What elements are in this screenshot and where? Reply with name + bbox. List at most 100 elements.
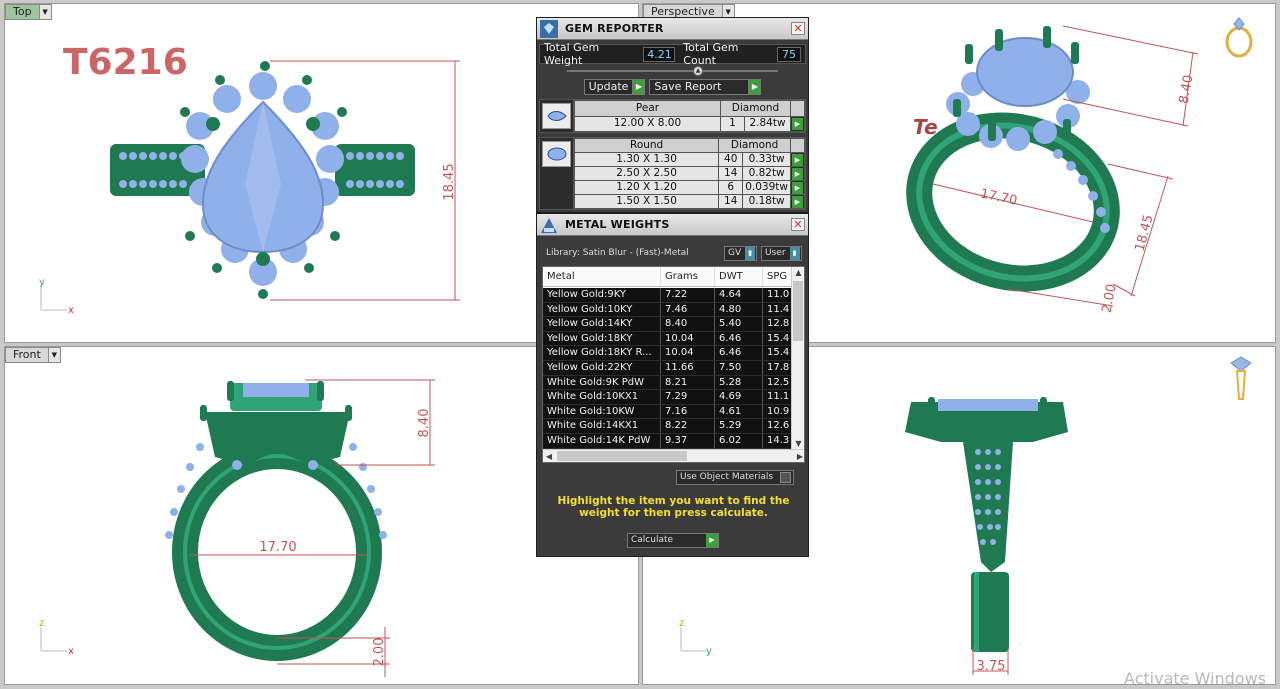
table-cell-dwt: 4.64 [715, 288, 763, 302]
gem-row[interactable]: 2.50 X 2.50 14 0.82tw ▶ [573, 166, 805, 181]
total-gem-count-value: 75 [777, 46, 801, 62]
table-cell-spg: 11.1 [763, 390, 793, 404]
viewport-tab-label: Top [6, 5, 39, 19]
close-icon[interactable]: ✕ [791, 218, 805, 231]
close-icon[interactable]: ✕ [791, 22, 805, 35]
center-stone [243, 383, 309, 397]
metal-table[interactable]: Metal Grams DWT SPG Yellow Gold:9KY 7.22 4… [542, 266, 805, 463]
table-row[interactable]: White Gold:9K PdW 8.21 5.28 12.5 [543, 375, 793, 391]
splitter-handle-icon[interactable]: ▲ [693, 66, 703, 76]
gem-shape: Round [573, 138, 720, 153]
table-row[interactable]: Yellow Gold:9KY 7.22 4.64 11.0 [543, 288, 793, 303]
table-row[interactable]: Yellow Gold:18KY R... 10.04 6.46 15.4 [543, 346, 793, 361]
table-cell-spg: 12.5 [763, 375, 793, 390]
play-arrow-icon: ▶ [706, 534, 718, 547]
table-row[interactable]: White Gold:10KX1 7.29 4.69 11.1 [543, 390, 793, 405]
gem-material: Diamond [718, 138, 791, 153]
table-cell-grams: 10.04 [661, 346, 715, 360]
table-cell-dwt: 4.69 [715, 390, 763, 404]
panel-splitter[interactable]: ▲ [567, 65, 778, 77]
gem-reporter-titlebar[interactable]: GEM REPORTER ✕ [537, 18, 808, 40]
dimension-label: 18.45 [442, 163, 457, 200]
user-toggle[interactable]: User ▮ [761, 246, 802, 261]
table-cell-spg: 12.8 [763, 317, 793, 331]
metal-table-header: Metal Grams DWT SPG [543, 267, 793, 287]
metal-weights-panel: METAL WEIGHTS ✕ Library: Satin Blur - (F… [536, 213, 809, 557]
table-row[interactable]: White Gold:14KX1 8.22 5.29 12.6 [543, 419, 793, 434]
horizontal-scrollbar[interactable]: ◀ ▶ [543, 449, 804, 462]
calculate-button[interactable]: Calculate ▶ [627, 533, 719, 548]
gem-group-round[interactable]: Round Diamond 1.30 X 1.30 40 0.33tw ▶ 2.… [539, 137, 806, 210]
table-row[interactable]: Yellow Gold:14KY 8.40 5.40 12.8 [543, 317, 793, 332]
dimension-label-width: 3.75 [977, 659, 1006, 674]
table-cell-grams: 11.66 [661, 360, 715, 375]
table-cell-grams: 8.21 [661, 375, 715, 390]
toggle-icon: ▮ [789, 247, 800, 260]
metal-table-body: Yellow Gold:9KY 7.22 4.64 11.0 Yellow Gold:1… [543, 288, 793, 449]
play-arrow-icon[interactable]: ▶ [792, 118, 803, 131]
table-row[interactable]: White Gold:10KW 7.16 4.61 10.9 [543, 404, 793, 420]
column-header-grams[interactable]: Grams [661, 267, 715, 286]
table-cell-spg: 15.4 [763, 346, 793, 360]
table-cell-grams: 7.22 [661, 288, 715, 302]
chevron-down-icon[interactable]: ▼ [47, 348, 60, 362]
use-object-materials-toggle[interactable]: Use Object Materials [676, 470, 794, 485]
table-cell-metal: Yellow Gold:10KY [543, 302, 661, 317]
table-cell-metal: White Gold:9K PdW [543, 375, 661, 390]
table-cell-metal: Yellow Gold:9KY [543, 288, 661, 302]
gem-row[interactable]: 12.00 X 8.00 1 2.84tw ▶ [574, 115, 805, 132]
gem-row[interactable]: 1.50 X 1.50 14 0.18tw ▶ [573, 194, 805, 209]
table-row[interactable]: White Gold:14K PdW 9.37 6.02 14.3 [543, 433, 793, 449]
viewport-tab-front[interactable]: Front ▼ [5, 347, 61, 363]
table-cell-spg: 12.6 [763, 419, 793, 433]
play-arrow-icon[interactable]: ▶ [792, 196, 803, 208]
scroll-up-icon[interactable]: ▲ [792, 267, 804, 279]
table-cell-grams: 7.29 [661, 390, 715, 404]
play-arrow-icon[interactable]: ▶ [792, 154, 803, 166]
center-stone [938, 399, 1038, 411]
play-arrow-icon[interactable]: ▶ [792, 182, 803, 194]
play-arrow-icon[interactable]: ▶ [792, 168, 803, 180]
pear-stone [976, 37, 1074, 107]
play-arrow-icon: ▶ [632, 80, 645, 94]
table-cell-spg: 10.9 [763, 404, 793, 419]
table-cell-spg: 11.0 [763, 288, 793, 302]
table-cell-spg: 15.4 [763, 331, 793, 346]
gem-row[interactable]: 1.20 X 1.20 6 0.039tw ▶ [573, 180, 805, 195]
chevron-down-icon[interactable]: ▼ [38, 5, 51, 19]
axis-x-label: x [68, 646, 74, 657]
ring-icon[interactable] [1225, 17, 1253, 58]
scroll-left-icon[interactable]: ◀ [543, 450, 555, 462]
table-cell-dwt: 4.61 [715, 404, 763, 419]
dimension-label-height: 8.40 [417, 409, 432, 438]
update-button-label: Update [588, 80, 629, 93]
table-row[interactable]: Yellow Gold:18KY 10.04 6.46 15.4 [543, 331, 793, 347]
update-button[interactable]: Update ▶ [583, 79, 646, 95]
gem-reporter-panel: GEM REPORTER ✕ Total Gem Weight 4.21 Tot… [536, 17, 809, 213]
table-row[interactable]: Yellow Gold:22KY 11.66 7.50 17.8 [543, 360, 793, 376]
table-cell-dwt: 5.29 [715, 419, 763, 433]
table-cell-metal: Yellow Gold:22KY [543, 360, 661, 375]
checkbox-icon[interactable] [780, 472, 791, 483]
viewport-tab-top[interactable]: Top ▼ [5, 4, 52, 20]
save-report-button[interactable]: Save Report ▶ [649, 79, 762, 95]
table-row[interactable]: Yellow Gold:10KY 7.46 4.80 11.4 [543, 302, 793, 318]
library-label: Library: Satin Blur - (Fast)-Metal [546, 248, 689, 258]
column-header-spg[interactable]: SPG [763, 267, 793, 286]
metal-weights-titlebar[interactable]: METAL WEIGHTS ✕ [537, 214, 808, 236]
table-cell-spg: 14.3 [763, 433, 793, 448]
vertical-scrollbar[interactable]: ▲ ▼ [791, 267, 804, 450]
table-cell-dwt: 4.80 [715, 302, 763, 317]
scroll-right-icon[interactable]: ▶ [794, 450, 804, 462]
axis-z-label: z [679, 618, 684, 629]
metal-weights-icon [541, 217, 557, 233]
dimension-label-total: 18.45 [1133, 213, 1157, 253]
gem-group-pear[interactable]: Pear Diamond 12.00 X 8.00 1 2.84tw ▶ [539, 99, 806, 133]
gv-toggle[interactable]: GV ▮ [724, 246, 757, 261]
gem-row[interactable]: 1.30 X 1.30 40 0.33tw ▶ [573, 152, 805, 167]
table-cell-dwt: 6.46 [715, 331, 763, 346]
pear-gem-icon [542, 103, 571, 129]
column-header-dwt[interactable]: DWT [715, 267, 763, 286]
pendant-icon[interactable] [1230, 356, 1252, 400]
column-header-metal[interactable]: Metal [543, 267, 661, 286]
